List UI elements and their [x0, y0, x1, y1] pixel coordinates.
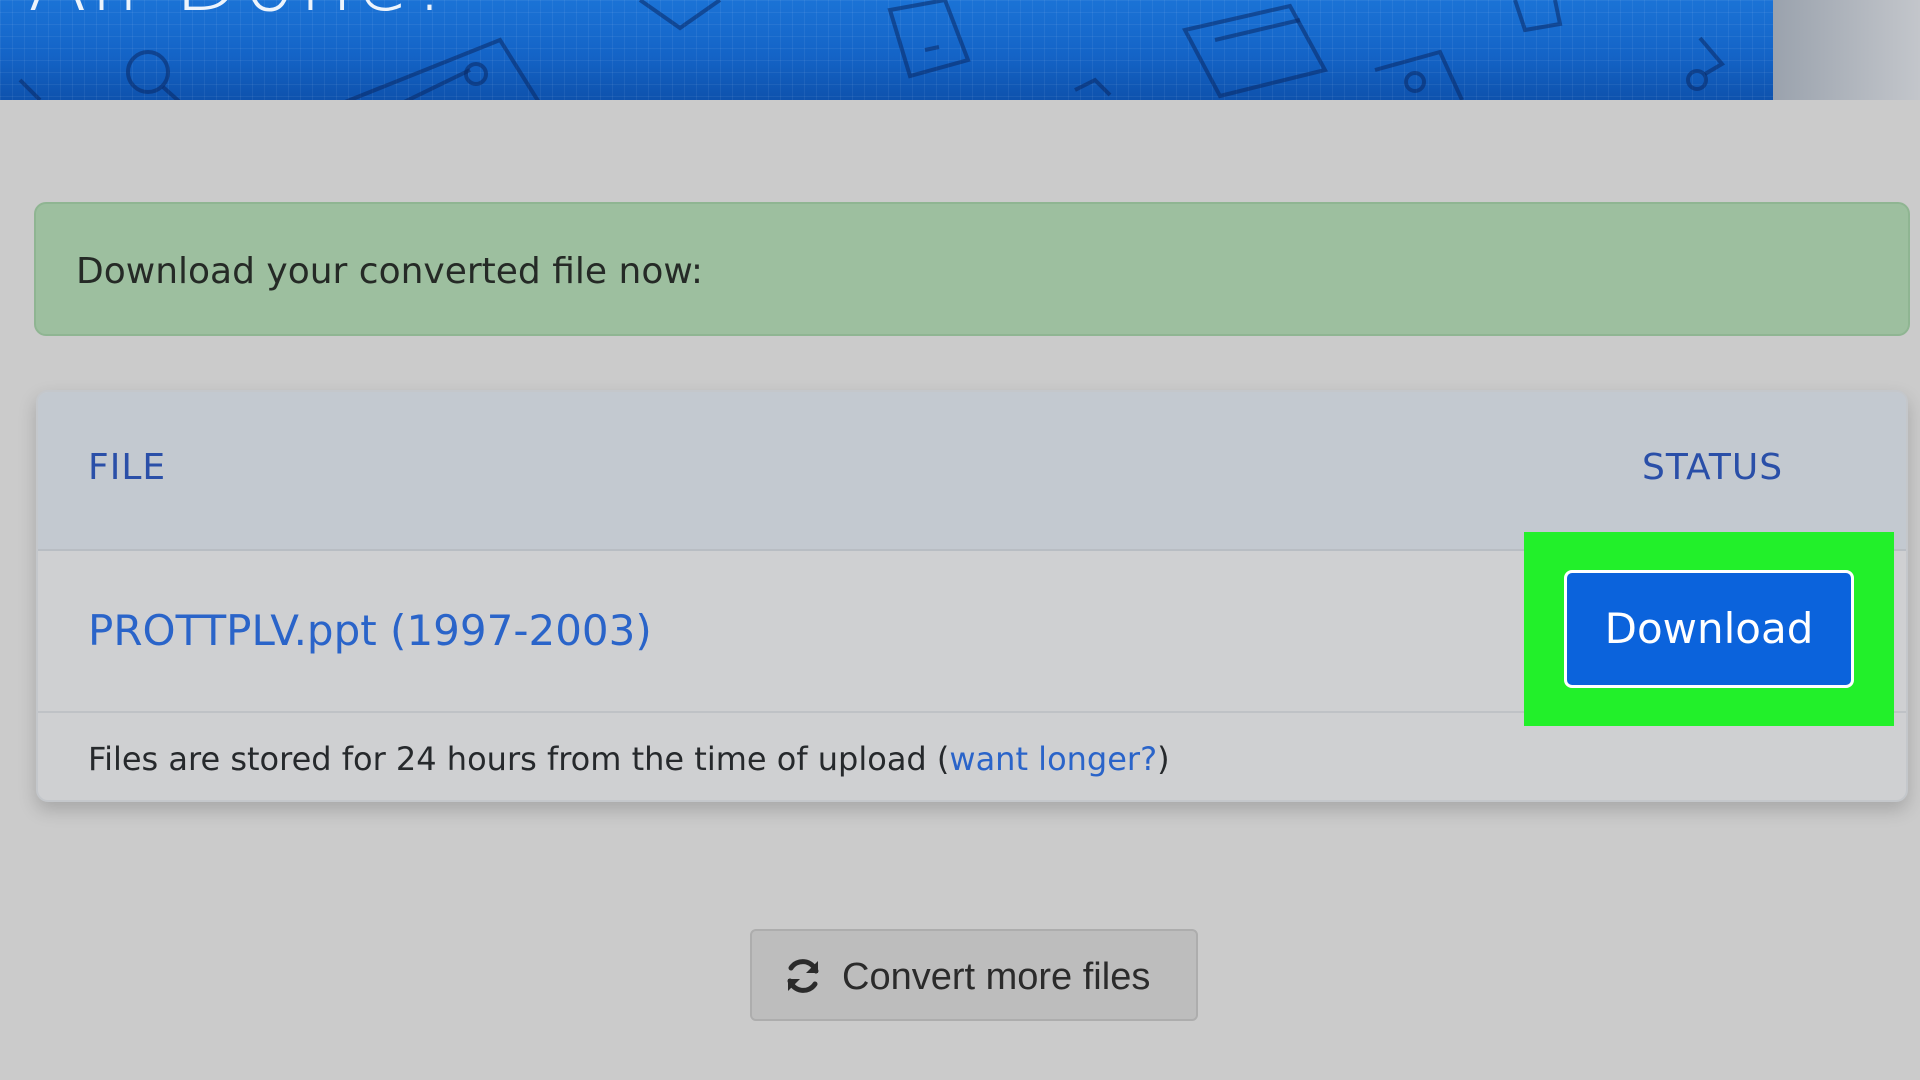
refresh-icon — [787, 959, 819, 993]
storage-note: Files are stored for 24 hours from the t… — [88, 740, 1170, 778]
convert-more-files-label: Convert more files — [842, 956, 1151, 998]
envelope-icon — [638, 0, 722, 31]
banner-right-edge — [1773, 0, 1920, 100]
column-header-status: STATUS — [1642, 447, 1784, 488]
magnifier-icon — [126, 50, 181, 100]
music-note-icon — [1686, 36, 1726, 91]
mp3-file-icon — [887, 0, 971, 79]
download-button[interactable]: Download — [1564, 570, 1854, 688]
page: All Done! Download your converted file n… — [0, 0, 1920, 1080]
header-banner: All Done! — [0, 0, 1773, 100]
arrow-icon — [1074, 77, 1112, 97]
download-highlight-box: Download — [1524, 532, 1894, 726]
storage-note-prefix: Files are stored for 24 hours from the t… — [88, 740, 950, 778]
convert-more-files-button[interactable]: Convert more files — [750, 929, 1198, 1021]
alert-message: Download your converted file now: — [76, 251, 703, 292]
doc-corner-icon — [18, 78, 42, 100]
film-icon — [1182, 3, 1329, 99]
column-header-file: FILE — [88, 447, 167, 488]
file-icon — [1513, 0, 1563, 33]
image-file-icon — [1374, 49, 1464, 100]
storage-note-suffix: ) — [1157, 740, 1170, 778]
table-header: FILE STATUS — [38, 392, 1906, 551]
cassette-icon — [344, 37, 540, 100]
success-alert: Download your converted file now: — [34, 202, 1910, 336]
file-name-link[interactable]: PROTTPLV.ppt (1997-2003) — [88, 607, 652, 655]
want-longer-link[interactable]: want longer? — [949, 740, 1157, 778]
page-title: All Done! — [28, 0, 450, 24]
